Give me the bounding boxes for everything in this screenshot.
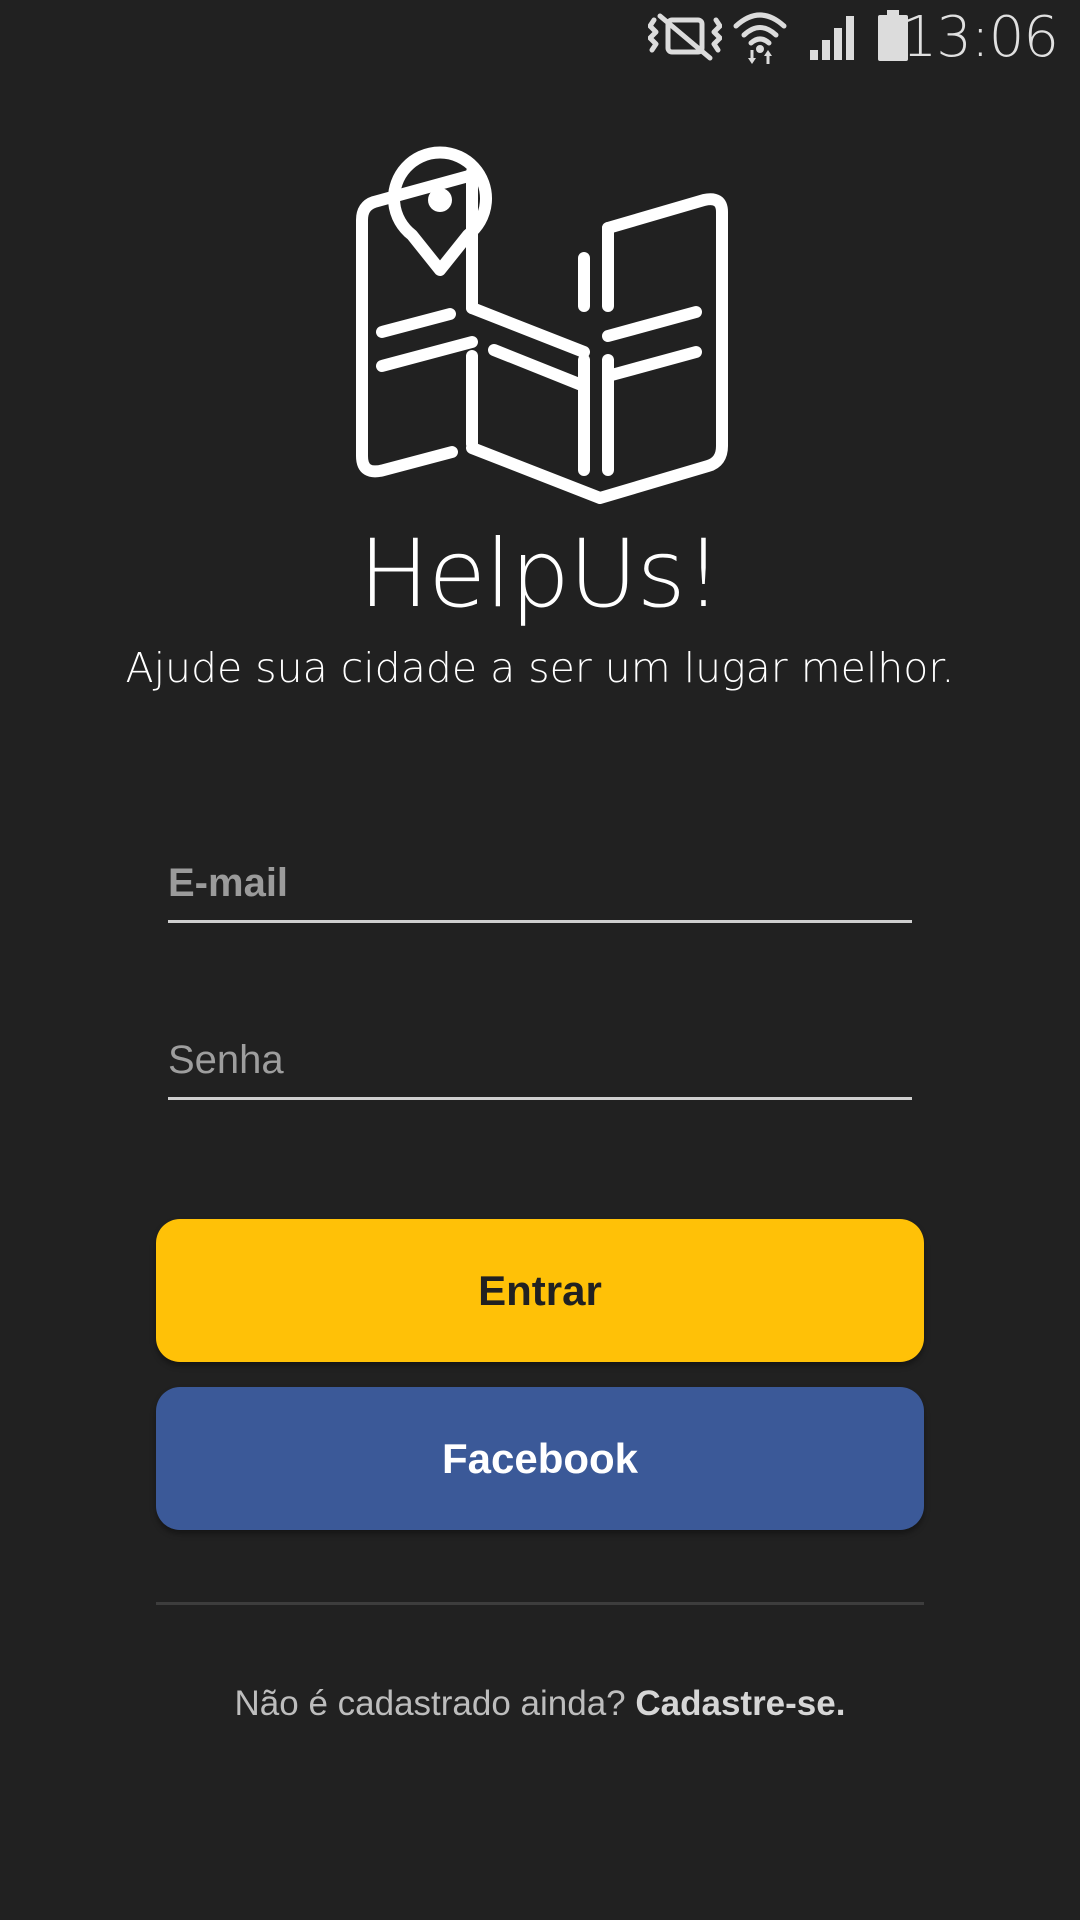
login-button[interactable]: Entrar — [156, 1219, 924, 1362]
wifi-icon — [732, 8, 788, 64]
vibrate-mute-icon — [648, 12, 722, 67]
signup-prompt: Não é cadastrado ainda? — [234, 1684, 636, 1723]
email-field — [168, 850, 912, 923]
email-input[interactable] — [168, 850, 912, 916]
login-screen: 13:06 HelpUs! Ajude sua cidade a ser um … — [0, 0, 1080, 1920]
status-time: 13:06 — [901, 5, 1059, 70]
app-subtitle: Ajude sua cidade a ser um lugar melhor. — [125, 644, 955, 692]
status-bar: 13:06 — [0, 0, 1080, 75]
signup-row: Não é cadastrado ainda? Cadastre-se. — [0, 1680, 1080, 1728]
divider — [156, 1602, 924, 1605]
app-title: HelpUs! — [358, 520, 723, 629]
signup-link[interactable]: Cadastre-se. — [635, 1684, 845, 1723]
password-field — [168, 1027, 912, 1100]
facebook-login-button[interactable]: Facebook — [156, 1387, 924, 1530]
map-pin-icon — [352, 140, 728, 512]
password-input[interactable] — [168, 1027, 912, 1093]
signal-icon — [808, 14, 860, 69]
